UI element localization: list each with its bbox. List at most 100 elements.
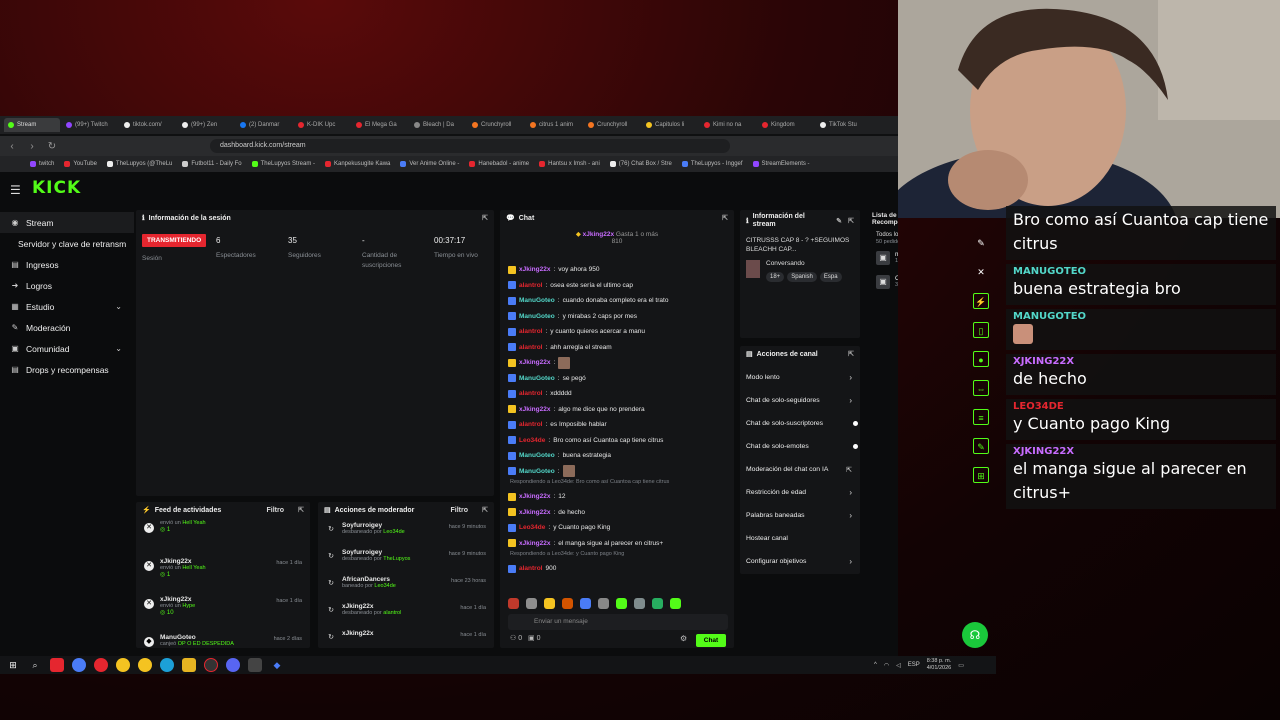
chevron-right-icon[interactable]: › (849, 488, 852, 497)
headset-icon[interactable]: ☊ (962, 622, 988, 648)
external-link-icon[interactable]: ⇱ (846, 466, 852, 474)
emote-icon[interactable] (670, 598, 681, 609)
sidebar-item[interactable]: Servidor y clave de retransm (0, 233, 134, 254)
popout-icon[interactable]: ⇱ (848, 217, 854, 225)
emote-icon[interactable] (634, 598, 645, 609)
chrome-icon[interactable] (138, 658, 152, 672)
sidebar-item[interactable]: ▤ Ingresos (0, 254, 134, 275)
mod-filter-button[interactable]: Filtro (451, 507, 469, 514)
chat-username[interactable]: xJking22x (519, 266, 550, 273)
edit-icon[interactable]: ✎ (836, 217, 842, 225)
browser-tab[interactable]: citrus 1 anim (526, 118, 582, 132)
popout-icon[interactable]: ⇱ (848, 350, 854, 358)
reload-icon[interactable]: ↻ (46, 141, 58, 152)
folder-icon[interactable] (182, 658, 196, 672)
chat-username[interactable]: alantrol (519, 421, 542, 428)
channel-action[interactable]: Chat de solo-emotes (740, 435, 860, 458)
kick-logo[interactable]: KICK (32, 178, 81, 198)
chat-username[interactable]: ManuGoteo (519, 468, 555, 475)
sidebar-item[interactable]: ➜ Logros (0, 275, 134, 296)
clock-time[interactable]: 8:38 p. m. (927, 658, 951, 665)
browser-tab[interactable]: (99+) Twitch (62, 118, 118, 132)
sidebar-item[interactable]: ▤ Drops y recompensas (0, 359, 134, 380)
emote-icon[interactable] (580, 598, 591, 609)
chat-username[interactable]: xJking22x (519, 540, 550, 547)
mod-action-by[interactable]: Leo34de (374, 583, 395, 589)
browser-tab[interactable]: (99+) Zen (178, 118, 234, 132)
close-icon[interactable]: ✕ (973, 264, 989, 280)
browser-tab[interactable]: El Mega Ga (352, 118, 408, 132)
chat-username[interactable]: alantrol (519, 565, 542, 572)
list-icon[interactable]: ≡ (973, 409, 989, 425)
chat-username[interactable]: alantrol (519, 282, 542, 289)
bookmark[interactable]: Ver Anime Online - (400, 161, 459, 167)
notification-icon[interactable]: ▭ (958, 662, 964, 669)
bookmark[interactable]: YouTube (64, 161, 97, 167)
chat-username[interactable]: xJking22x (519, 359, 550, 366)
bookmark[interactable]: Hanebadol - anime (469, 161, 529, 167)
volume-icon[interactable]: ◁ (896, 662, 901, 669)
stream-tag[interactable]: Espa (819, 272, 842, 282)
bookmark[interactable]: (76) Chat Box / Stre (609, 161, 672, 167)
channel-action[interactable]: Chat de solo-seguidores › (740, 389, 860, 412)
chat-username[interactable]: xJking22x (519, 406, 550, 413)
mod-action-by[interactable]: alantrol (383, 610, 401, 616)
edge-icon[interactable] (160, 658, 174, 672)
sidebar-item[interactable]: ✎ Moderación (0, 317, 134, 338)
chevron-right-icon[interactable]: › (849, 557, 852, 566)
emote-icon[interactable] (508, 598, 519, 609)
browser-tab[interactable]: K-DIK Upc (294, 118, 350, 132)
popout-icon[interactable]: ⇱ (298, 506, 304, 514)
browser-tab[interactable]: (2) Danmar (236, 118, 292, 132)
channel-action[interactable]: Hostear canal (740, 527, 860, 550)
chevron-down-icon[interactable]: ⌄ (115, 302, 122, 311)
bookmark[interactable]: TheLupyos Stream - (251, 161, 315, 167)
url-field[interactable]: dashboard.kick.com/stream (210, 139, 730, 153)
chat-username[interactable]: Leo34de (519, 524, 545, 531)
document-icon[interactable]: ▯ (973, 322, 989, 338)
browser-tab[interactable]: Bleach | Da (410, 118, 466, 132)
stream-tag[interactable]: Spanish (787, 272, 817, 282)
feed-filter-button[interactable]: Filtro (267, 507, 285, 514)
mod-action-by[interactable]: Leo34de (383, 529, 404, 535)
chevron-right-icon[interactable]: › (849, 373, 852, 382)
chat-username[interactable]: alantrol (519, 328, 542, 335)
chevron-down-icon[interactable]: ⌄ (115, 344, 122, 353)
bookmark[interactable]: TheLupyos (@TheLu (106, 161, 172, 167)
browser-tab[interactable]: TikTok Stu (816, 118, 872, 132)
reward-item[interactable]: ▣ OP O ED DESPEDIDA35 pedidos (866, 273, 898, 297)
browser-tab[interactable]: Crunchyroll (468, 118, 524, 132)
chat-input[interactable]: Enviar un mensaje (508, 614, 728, 630)
chrome-icon[interactable] (116, 658, 130, 672)
sidebar-item[interactable]: ▣ Comunidad ⌄ (0, 338, 134, 359)
chat-username[interactable]: xJking22x (519, 493, 550, 500)
sidebar-item[interactable]: ◉ Stream (0, 212, 134, 233)
browser-tab[interactable]: Kimi no na (700, 118, 756, 132)
emote-icon[interactable] (544, 598, 555, 609)
popout-icon[interactable]: ⇱ (482, 214, 488, 222)
chat-send-button[interactable]: Chat (696, 634, 726, 647)
layout-icon[interactable]: ⊞ (973, 467, 989, 483)
network-icon[interactable]: ◠ (884, 662, 889, 669)
bookmark[interactable]: twitch (30, 161, 54, 167)
chevron-right-icon[interactable]: › (849, 396, 852, 405)
chrome-icon[interactable] (94, 658, 108, 672)
browser-tab[interactable]: tiktok.com/ (120, 118, 176, 132)
discord-icon[interactable] (226, 658, 240, 672)
bookmark[interactable]: Hantsu x Imsh - ani (539, 161, 600, 167)
forward-icon[interactable]: › (26, 141, 38, 152)
chat-icon[interactable]: ● (973, 351, 989, 367)
chat-username[interactable]: ManuGoteo (519, 297, 555, 304)
emote-icon[interactable] (562, 598, 573, 609)
browser-tab[interactable]: Kingdom (758, 118, 814, 132)
chat-username[interactable]: alantrol (519, 390, 542, 397)
chat-username[interactable]: ManuGoteo (519, 452, 555, 459)
popout-icon[interactable]: ⇱ (722, 214, 728, 222)
menu-icon[interactable]: ☰ (10, 183, 21, 197)
sidebar-item[interactable]: ▦ Estudio ⌄ (0, 296, 134, 317)
emote-icon[interactable] (616, 598, 627, 609)
clock-date[interactable]: 4/01/2026 (927, 665, 951, 672)
mod-action-by[interactable]: TheLupyos (383, 556, 410, 562)
chevron-up-icon[interactable]: ^ (874, 662, 877, 668)
windows-start-icon[interactable]: ⊞ (6, 658, 20, 672)
